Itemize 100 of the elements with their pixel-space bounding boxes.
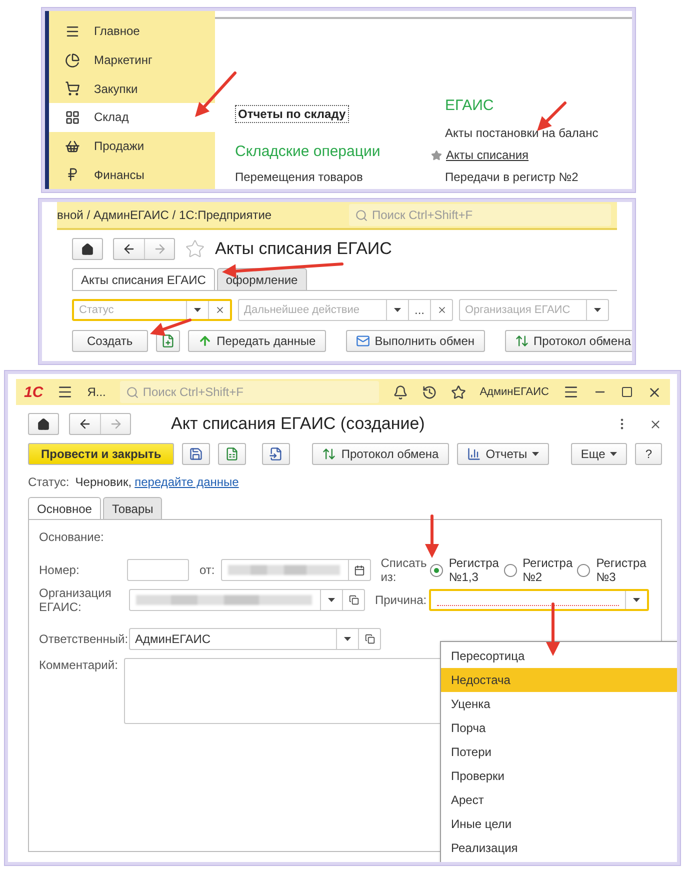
back-icon: [122, 242, 136, 256]
radio-button[interactable]: [577, 564, 590, 576]
toolbar-button[interactable]: Протокол обмена: [312, 443, 449, 465]
radio-button[interactable]: [430, 564, 443, 576]
section-icon: [65, 81, 80, 96]
report-icon: [466, 447, 481, 461]
radio-button[interactable]: [504, 564, 517, 576]
sidebar-item[interactable]: Продажи: [49, 132, 215, 160]
star-icon[interactable]: [431, 150, 442, 160]
back-icon: [78, 417, 92, 431]
app-tab[interactable]: Я...: [87, 385, 106, 399]
dropdown-item[interactable]: Недостача: [441, 668, 677, 692]
close-icon: [214, 305, 224, 315]
field-label: Комментарий:: [39, 658, 119, 672]
group-heading: ЕГАИС: [445, 97, 494, 114]
arrows-icon: [322, 447, 336, 461]
organization-field[interactable]: [129, 589, 365, 611]
more-button[interactable]: Еще: [570, 443, 628, 465]
toolbar-button[interactable]: Выполнить обмен: [346, 330, 485, 352]
home-icon: [37, 418, 50, 430]
radio-label: Регистра №2: [522, 556, 573, 584]
tab[interactable]: Товары: [102, 497, 162, 519]
document-plus-icon: [160, 334, 175, 348]
section-icon: [65, 24, 80, 39]
group-heading: Складские операции: [235, 143, 380, 160]
toolbar-button[interactable]: Протокол обмена: [504, 330, 632, 352]
send-data-link[interactable]: передайте данные: [134, 475, 239, 489]
sidebar-item[interactable]: Главное: [49, 17, 215, 46]
sidebar-item[interactable]: Склад: [49, 103, 215, 132]
window-title: вной / АдминЕГАИС / 1С:Предприятие: [57, 208, 272, 222]
reason-field[interactable]: [429, 589, 649, 611]
caret-icon: [328, 598, 335, 602]
caret-icon: [394, 308, 401, 312]
calendar-icon: [354, 564, 365, 576]
section-icon: [65, 167, 80, 182]
home-button[interactable]: [72, 238, 103, 260]
search-icon: [126, 386, 139, 398]
document-arrow-icon: [269, 447, 284, 461]
caret-icon: [532, 452, 540, 456]
reports-button[interactable]: Отчеты: [456, 443, 550, 465]
sidebar-item[interactable]: Финансы: [49, 160, 215, 189]
report-link[interactable]: Отчеты по складу: [235, 105, 349, 123]
field-label: Номер:: [39, 563, 80, 577]
number-field[interactable]: [127, 559, 190, 581]
caret-icon: [610, 452, 618, 456]
create-copy-button[interactable]: [156, 330, 180, 352]
post-and-close-button[interactable]: Провести и закрыть: [28, 443, 174, 465]
status-value: Черновик,: [75, 475, 132, 489]
field-label: Основание:: [39, 530, 104, 544]
sidebar-item[interactable]: Маркетинг: [49, 46, 215, 74]
toolbar-button[interactable]: [218, 443, 246, 465]
radio-label: Регистра №3: [596, 556, 646, 584]
toolbar-button[interactable]: [262, 443, 290, 465]
history-icon[interactable]: [422, 384, 437, 400]
tab[interactable]: Акты списания ЕГАИС: [72, 268, 215, 290]
page-title: Акты списания ЕГАИС: [215, 239, 392, 259]
spreadsheet-icon: [225, 447, 240, 461]
home-button[interactable]: [28, 413, 59, 435]
menu-icon[interactable]: [563, 384, 579, 400]
sidebar-item[interactable]: Закупки: [49, 74, 215, 104]
maximize-icon[interactable]: [621, 386, 633, 398]
responsible-field[interactable]: АдминЕГАИС: [129, 628, 381, 650]
section-icon: [65, 110, 80, 125]
arrows-icon: [514, 334, 529, 348]
section-icon: [65, 52, 80, 68]
caret-icon: [633, 598, 640, 602]
tab[interactable]: Основное: [28, 497, 101, 519]
section-icon: [65, 138, 80, 154]
status-label: Статус:: [28, 475, 70, 489]
nav-link[interactable]: Перемещения товаров: [235, 170, 363, 184]
open-window-icon: [364, 634, 374, 644]
create-button[interactable]: Создать: [72, 330, 148, 352]
star-icon[interactable]: [450, 384, 466, 400]
close-icon[interactable]: [649, 418, 662, 430]
nav-link[interactable]: Акты списания: [446, 148, 529, 162]
caret-icon: [344, 637, 351, 641]
forward-icon: [152, 242, 166, 256]
pointer-arrow: [150, 318, 192, 336]
help-button[interactable]: ?: [635, 443, 662, 465]
pointer-arrow: [546, 602, 560, 656]
nav-link[interactable]: Акты постановки на баланс: [445, 126, 598, 140]
star-icon[interactable]: [185, 239, 205, 259]
field-label: Организация ЕГАИС:: [39, 586, 112, 614]
bell-icon[interactable]: [392, 384, 408, 400]
nav-link[interactable]: Передачи в регистр №2: [445, 170, 578, 184]
field-label: Ответственный:: [39, 632, 129, 646]
radio-label: Регистра №1,3: [448, 556, 499, 584]
envelope-icon: [356, 334, 370, 348]
field-label: от:: [199, 563, 215, 577]
filter-field[interactable]: Дальнейшее действие ...: [238, 299, 453, 321]
open-window-icon: [348, 595, 358, 605]
select-button[interactable]: ...: [408, 300, 430, 320]
menu-icon[interactable]: [57, 384, 74, 400]
toolbar-button[interactable]: Передать данные: [188, 330, 326, 352]
caret-icon: [594, 308, 601, 312]
date-field[interactable]: [220, 559, 371, 581]
user-name[interactable]: АдминЕГАИС: [480, 386, 549, 398]
save-button[interactable]: [182, 443, 210, 465]
app-logo: 1С: [24, 384, 44, 400]
field-label: Причина:: [375, 593, 428, 607]
